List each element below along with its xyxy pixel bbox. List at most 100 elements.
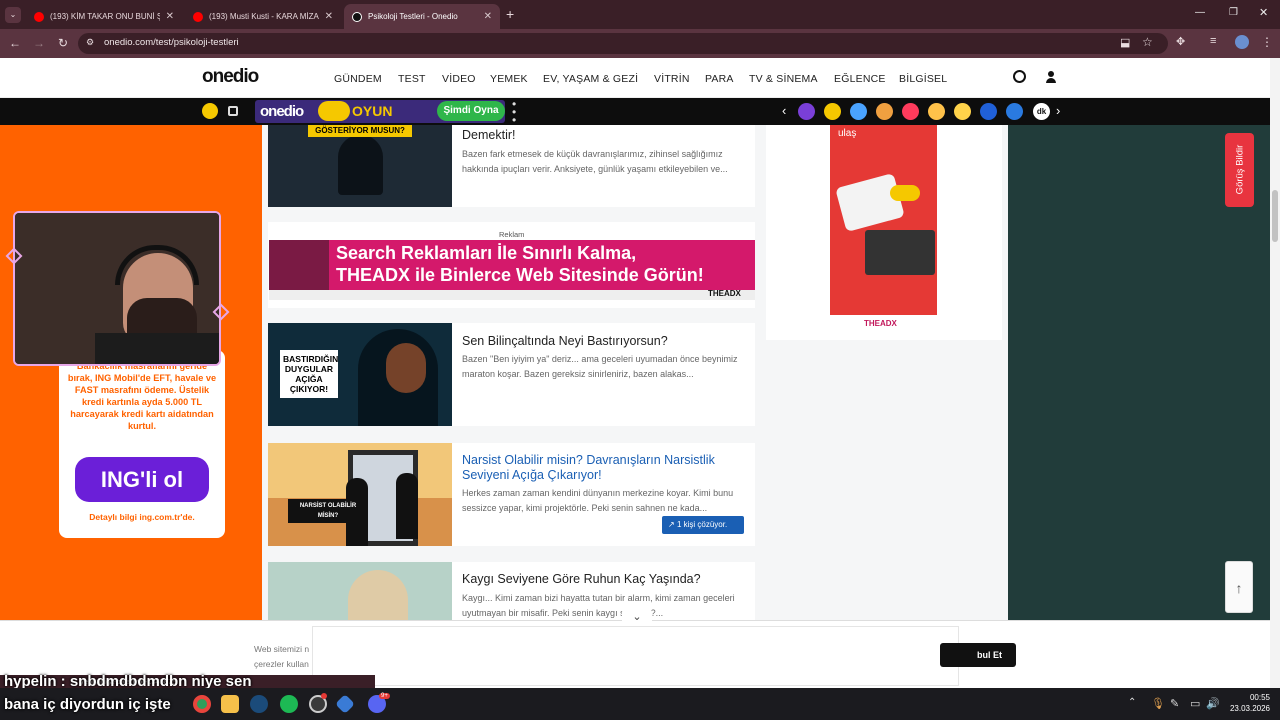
test-thumbnail[interactable]: NARSİST OLABİLİR MİSİN? — [268, 443, 452, 546]
game-icon[interactable] — [1006, 103, 1023, 120]
game-icon[interactable] — [954, 103, 971, 120]
browser-tab-3[interactable]: Psikoloji Testleri - Onedio ✕ — [344, 4, 500, 29]
carousel-prev-icon[interactable]: ‹ — [782, 103, 786, 118]
scrollbar-thumb[interactable] — [1272, 190, 1278, 242]
more-icon[interactable]: • • • — [512, 98, 516, 126]
nav-video[interactable]: VİDEO — [442, 73, 476, 85]
taskbar — [0, 688, 1280, 720]
game-icon[interactable] — [902, 103, 919, 120]
game-icon-dk[interactable]: dk — [1033, 103, 1050, 120]
test-card[interactable]: GÖSTERİYOR MUSUN? Demektir! Bazen fark e… — [268, 125, 755, 207]
game-icon[interactable] — [824, 103, 841, 120]
nav-test[interactable]: TEST — [398, 73, 426, 85]
game-bar — [0, 98, 1270, 125]
nav-yemek[interactable]: YEMEK — [490, 73, 528, 85]
spotify-icon[interactable] — [280, 695, 298, 713]
game-icon[interactable] — [850, 103, 867, 120]
scrollbar[interactable] — [1270, 58, 1280, 688]
display-icon[interactable]: ▭ — [1190, 697, 1200, 710]
minimize-icon[interactable]: — — [1195, 7, 1205, 18]
maximize-icon[interactable]: ❐ — [1229, 7, 1238, 18]
game-smiley-icon[interactable] — [202, 103, 218, 119]
reload-icon[interactable]: ↻ — [56, 36, 70, 50]
ad-subline: THEADX ile Binlerce Web Sitesinde Görün! — [336, 265, 704, 285]
url-text[interactable]: onedio.com/test/psikoloji-testleri — [104, 37, 239, 48]
test-thumbnail[interactable]: BASTIRDIĞIN DUYGULAR AÇIĞA ÇIKIYOR! — [268, 323, 452, 426]
test-title[interactable]: Kaygı Seviyene Göre Ruhun Kaç Yaşında? — [462, 572, 747, 587]
test-card[interactable]: BASTIRDIĞIN DUYGULAR AÇIĞA ÇIKIYOR! Sen … — [268, 323, 755, 426]
test-title[interactable]: Demektir! — [462, 128, 747, 143]
cookie-line-1: Web sitemizi n — [254, 644, 310, 654]
recording-dot-icon — [321, 693, 327, 699]
nav-bilgisel[interactable]: BİLGİSEL — [899, 73, 947, 85]
play-now-button[interactable]: Şimdi Oyna — [437, 101, 505, 121]
test-thumbnail[interactable]: GÖSTERİYOR MUSUN? — [268, 125, 452, 207]
tray-chevron-icon[interactable]: ⌃ — [1128, 697, 1136, 708]
game-icon[interactable] — [876, 103, 893, 120]
game-icon[interactable] — [798, 103, 815, 120]
game-grid-icon[interactable] — [228, 106, 238, 116]
tab-search-button[interactable]: ⌄ — [5, 7, 21, 23]
test-description: Bazen "Ben iyiyim ya" deriz... ama gecel… — [462, 354, 738, 379]
nav-vitrin[interactable]: VİTRİN — [654, 73, 690, 85]
nav-ev-yasam-gezi[interactable]: EV, YAŞAM & GEZİ — [543, 73, 638, 85]
test-card[interactable]: NARSİST OLABİLİR MİSİN? Narsist Olabilir… — [268, 443, 755, 546]
clock[interactable]: 00:55 23.03.2026 — [1222, 692, 1270, 714]
accept-cookies-button[interactable]: bul Et — [940, 643, 1016, 667]
game-icon[interactable] — [980, 103, 997, 120]
nav-para[interactable]: PARA — [705, 73, 734, 85]
test-title[interactable]: Sen Bilinçaltında Neyi Bastırıyorsun? — [462, 334, 747, 349]
steam-icon[interactable] — [250, 695, 268, 713]
omnibox[interactable] — [78, 33, 1168, 54]
carousel-next-icon[interactable]: › — [1056, 103, 1060, 118]
chevron-down-icon[interactable]: ⌄ — [622, 609, 652, 626]
game-icon[interactable] — [928, 103, 945, 120]
profile-avatar[interactable] — [1235, 35, 1249, 49]
media-controls-icon[interactable]: ≡ — [1210, 35, 1216, 47]
clock-time: 00:55 — [1249, 693, 1270, 702]
tab-title: (193) KİM TAKAR ONU BUNİ ŞA — [50, 12, 160, 21]
close-tab-icon[interactable]: ✕ — [325, 11, 333, 22]
user-icon[interactable] — [1046, 71, 1056, 83]
bookmark-star-icon[interactable]: ☆ — [1142, 35, 1153, 49]
test-title[interactable]: Narsist Olabilir misin? Davranışların Na… — [462, 453, 747, 483]
webcam-overlay — [13, 211, 221, 366]
back-icon[interactable]: ← — [8, 36, 22, 50]
nav-eglence[interactable]: EĞLENCE — [834, 73, 886, 85]
pen-icon[interactable]: ✎ — [1170, 697, 1179, 710]
file-explorer-icon[interactable] — [221, 695, 239, 713]
test-thumbnail[interactable] — [268, 562, 452, 620]
ad-brand: THEADX — [708, 289, 741, 298]
browser-tab-1[interactable]: (193) KİM TAKAR ONU BUNİ ŞA ✕ — [26, 4, 182, 29]
feedback-button[interactable]: Görüş Bildir — [1225, 133, 1254, 207]
solving-badge: ↗ 1 kişi çözüyor. — [662, 516, 744, 534]
volume-icon[interactable]: 🔊 — [1206, 697, 1220, 710]
cookie-text: Web sitemizi n çerezler kullan — [254, 642, 309, 672]
nav-tv-sinema[interactable]: TV & SİNEMA — [749, 73, 818, 85]
test-card[interactable]: Kaygı Seviyene Göre Ruhun Kaç Yaşında? K… — [268, 562, 755, 620]
ing-cta-button[interactable]: ING'li ol — [75, 457, 209, 502]
sidebar-ad-brand: THEADX — [864, 319, 897, 328]
microphone-icon[interactable]: 🎙 — [1151, 697, 1165, 710]
chrome-icon[interactable] — [193, 695, 211, 713]
site-info-icon[interactable]: ⚙ — [86, 37, 94, 48]
search-icon[interactable] — [1013, 70, 1026, 83]
site-logo[interactable]: onedio — [202, 66, 259, 88]
clock-date: 23.03.2026 — [1229, 704, 1270, 713]
nav-gundem[interactable]: GÜNDEM — [334, 73, 382, 85]
onedio-favicon-icon — [352, 11, 362, 22]
close-window-icon[interactable]: ✕ — [1259, 6, 1268, 19]
extensions-icon[interactable]: ✥ — [1176, 35, 1185, 48]
close-tab-icon[interactable]: ✕ — [166, 11, 174, 22]
forward-icon[interactable]: → — [32, 36, 46, 50]
ing-info-text: Detaylı bilgi ing.com.tr'de. — [89, 512, 195, 522]
back-to-top-button[interactable]: ↑ — [1225, 561, 1253, 613]
browser-tab-2[interactable]: (193) Musti Kusti - KARA MİZA ✕ — [185, 4, 341, 29]
install-app-icon[interactable]: ⬓ — [1120, 36, 1130, 49]
close-tab-icon[interactable]: ✕ — [484, 11, 492, 22]
browser-menu-icon[interactable]: ⋮ — [1261, 35, 1273, 49]
new-tab-button[interactable]: + — [506, 6, 514, 22]
gamepad-icon — [318, 101, 350, 121]
oyun-label: OYUN — [352, 103, 393, 119]
sidebar-ad[interactable]: ulaş — [830, 125, 937, 315]
